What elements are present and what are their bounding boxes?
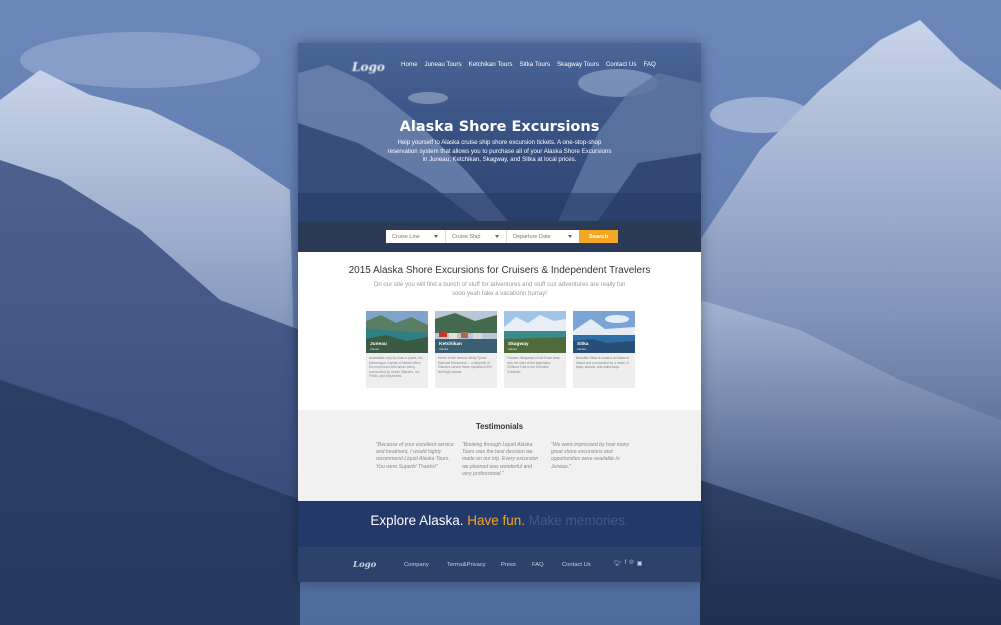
card-subtitle: Alaska bbox=[577, 347, 587, 351]
destination-card-juneau[interactable]: Juneau Alaska Accessible only by boat or… bbox=[366, 311, 428, 388]
nav-link-skagway-tours[interactable]: Skagway Tours bbox=[557, 61, 599, 68]
intro-section: 2015 Alaska Shore Excursions for Cruiser… bbox=[298, 252, 701, 410]
footer-link-press[interactable]: Press bbox=[501, 562, 516, 568]
top-navigation: Logo Home Juneau Tours Ketchikan Tours S… bbox=[298, 57, 701, 74]
card-subtitle: Alaska bbox=[508, 347, 518, 351]
nav-link-faq[interactable]: FAQ bbox=[643, 61, 655, 68]
cruise-ship-select[interactable]: Cruise Ship bbox=[446, 230, 507, 243]
hero-subtitle: Help yourself to Alaska cruise ship shor… bbox=[387, 139, 612, 164]
card-subtitle: Alaska bbox=[439, 347, 449, 351]
nav-link-home[interactable]: Home bbox=[401, 61, 418, 68]
pinterest-icon[interactable]: ℗ bbox=[629, 560, 633, 567]
search-button[interactable]: Search bbox=[579, 230, 618, 243]
chevron-down-icon bbox=[434, 235, 438, 238]
destination-card-ketchikan[interactable]: Ketchikan Alaska Home to the famous Mist… bbox=[435, 311, 497, 388]
nav-link-contact-us[interactable]: Contact Us bbox=[606, 61, 637, 68]
intro-title: 2015 Alaska Shore Excursions for Cruiser… bbox=[348, 265, 651, 276]
cruise-ship-label: Cruise Ship bbox=[452, 234, 481, 240]
departure-date-select[interactable]: Departure Date bbox=[507, 230, 579, 243]
destination-card-sitka[interactable]: Sitka Alaska Beautiful Sitka is located … bbox=[573, 311, 635, 388]
card-description: Accessible only by boat or plane, the pi… bbox=[369, 356, 423, 379]
twitter-icon[interactable]: 🐦︎ bbox=[614, 560, 622, 567]
tagline-part-explore: Explore Alaska. bbox=[370, 513, 464, 528]
instagram-icon[interactable]: ▣ bbox=[637, 560, 643, 567]
testimonial-quote: "Booking through Liquid Alaska Tours was… bbox=[462, 442, 539, 477]
cruise-line-select[interactable]: Cruise Line bbox=[386, 230, 446, 243]
search-bar: Cruise Line Cruise Ship Departure Date S… bbox=[298, 221, 701, 252]
footer-logo[interactable]: Logo bbox=[353, 560, 376, 570]
testimonial-quote: "We were impressed by how many great sho… bbox=[551, 442, 630, 470]
card-description: Famous Skagway's Gold Rush town was the … bbox=[507, 356, 560, 374]
tagline-part-memories: Make memories. bbox=[528, 513, 629, 528]
card-subtitle: Alaska bbox=[370, 347, 380, 351]
footer-link-faq[interactable]: FAQ bbox=[532, 562, 544, 568]
nav-link-sitka-tours[interactable]: Sitka Tours bbox=[519, 61, 550, 68]
chevron-down-icon bbox=[568, 235, 572, 238]
tagline-part-fun: Have fun. bbox=[467, 513, 526, 528]
footer-link-terms-privacy[interactable]: Terms&Privacy bbox=[447, 562, 486, 568]
chevron-down-icon bbox=[495, 235, 499, 238]
departure-date-label: Departure Date bbox=[513, 234, 551, 240]
card-description: Home to the famous Misty Fjords National… bbox=[438, 356, 492, 374]
website-page: Logo Home Juneau Tours Ketchikan Tours S… bbox=[298, 43, 701, 582]
site-logo[interactable]: Logo bbox=[352, 60, 385, 74]
cruise-line-label: Cruise Line bbox=[392, 234, 420, 240]
social-icons: 🐦︎ f ℗ ▣ bbox=[614, 560, 642, 567]
hero-section: Logo Home Juneau Tours Ketchikan Tours S… bbox=[298, 43, 701, 221]
card-description: Beautiful Sitka is located on Baranof Is… bbox=[576, 356, 629, 370]
hero-title: Alaska Shore Excursions bbox=[399, 119, 600, 135]
nav-link-ketchikan-tours[interactable]: Ketchikan Tours bbox=[469, 61, 513, 68]
footer-link-contact-us[interactable]: Contact Us bbox=[562, 562, 591, 568]
testimonials-title: Testimonials bbox=[475, 422, 524, 431]
footer: Logo Company Terms&Privacy Press FAQ Con… bbox=[298, 547, 701, 582]
tagline: Explore Alaska. Have fun. Make memories. bbox=[298, 513, 701, 528]
nav-link-juneau-tours[interactable]: Juneau Tours bbox=[425, 61, 462, 68]
destination-card-skagway[interactable]: Skagway Alaska Famous Skagway's Gold Rus… bbox=[504, 311, 566, 388]
tagline-section: Explore Alaska. Have fun. Make memories. bbox=[298, 501, 701, 547]
intro-subtitle: On our site you will find a bunch of stu… bbox=[373, 281, 626, 297]
nav-links: Home Juneau Tours Ketchikan Tours Sitka … bbox=[401, 61, 656, 68]
facebook-icon[interactable]: f bbox=[625, 560, 627, 567]
testimonials-section: Testimonials "Because of your excellent … bbox=[298, 410, 701, 501]
footer-link-company[interactable]: Company bbox=[404, 562, 429, 568]
testimonial-quote: "Because of your excellent service and t… bbox=[376, 442, 454, 470]
